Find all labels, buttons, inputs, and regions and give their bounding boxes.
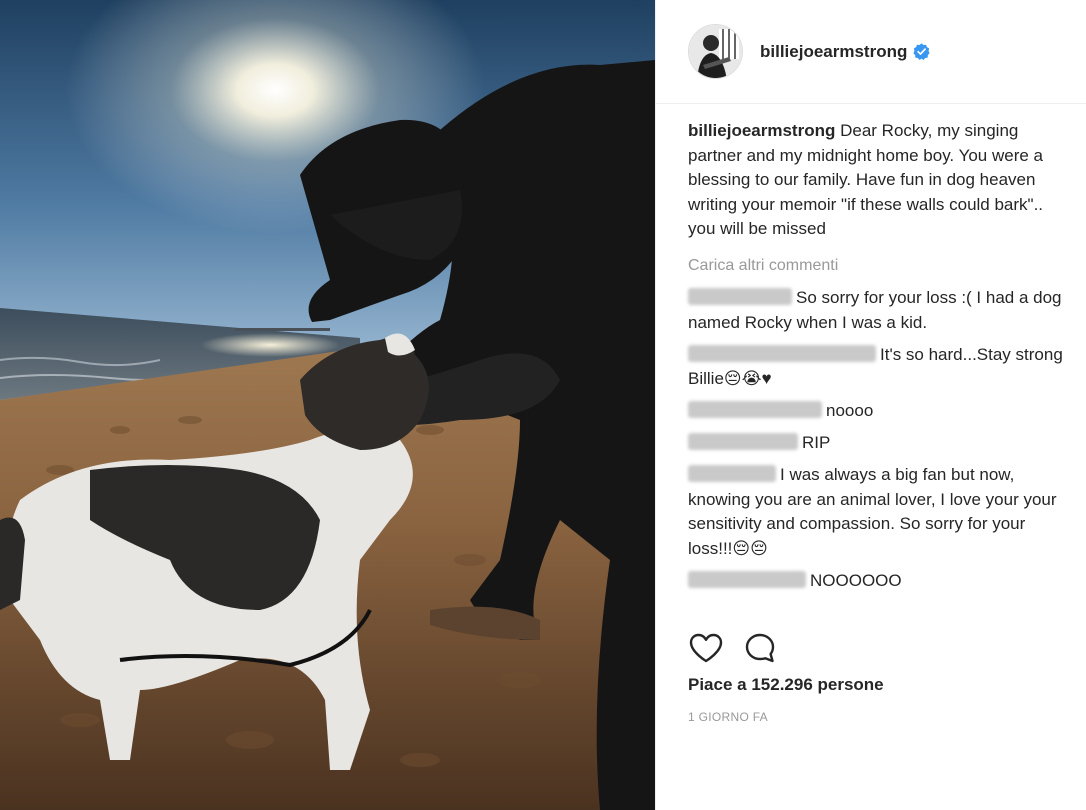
avatar[interactable]: [688, 24, 743, 79]
heart-outline-icon: [689, 633, 723, 663]
like-button[interactable]: [688, 630, 724, 666]
comment: It's so hard...Stay strong Billie😔😭♥: [688, 343, 1063, 392]
blurred-username: [688, 344, 876, 362]
header-username[interactable]: billiejoearmstrong: [760, 42, 907, 62]
blurred-username: [688, 401, 822, 418]
avatar-image: [689, 25, 742, 78]
comment: I was always a big fan but now, knowing …: [688, 463, 1063, 561]
caption-username[interactable]: billiejoearmstrong: [688, 121, 835, 140]
instagram-post: billiejoearmstrong billiejoearmstrong De…: [0, 0, 1086, 810]
post-header: billiejoearmstrong: [656, 0, 1086, 104]
comment: noooo: [688, 399, 1063, 424]
blurred-username: [688, 288, 792, 305]
blurred-username: [688, 465, 776, 482]
comment-text: RIP: [802, 433, 831, 452]
likes-count[interactable]: Piace a 152.296 persone: [688, 675, 884, 695]
comment-text: NOOOOOO: [810, 570, 902, 590]
comments-section: billiejoearmstrong Dear Rocky, my singin…: [688, 119, 1063, 601]
post-actions: [688, 630, 796, 666]
comment-button[interactable]: [742, 630, 778, 666]
comment: RIP: [688, 431, 1063, 456]
post-caption: billiejoearmstrong Dear Rocky, my singin…: [688, 119, 1063, 242]
comment: NOOOOOO: [688, 569, 1063, 594]
comment: So sorry for your loss :( I had a dog na…: [688, 286, 1063, 335]
post-side-panel: billiejoearmstrong billiejoearmstrong De…: [655, 0, 1086, 810]
blurred-username: [688, 570, 806, 588]
post-timestamp[interactable]: 1 GIORNO FA: [688, 710, 768, 724]
load-more-comments-button[interactable]: Carica altri commenti: [688, 254, 1063, 279]
comment-text: noooo: [826, 401, 874, 420]
post-photo[interactable]: [0, 0, 655, 810]
blurred-username: [688, 433, 798, 450]
verified-badge-icon: [913, 43, 930, 60]
beach-dog-photo: [0, 0, 655, 810]
speech-bubble-icon: [745, 633, 775, 663]
